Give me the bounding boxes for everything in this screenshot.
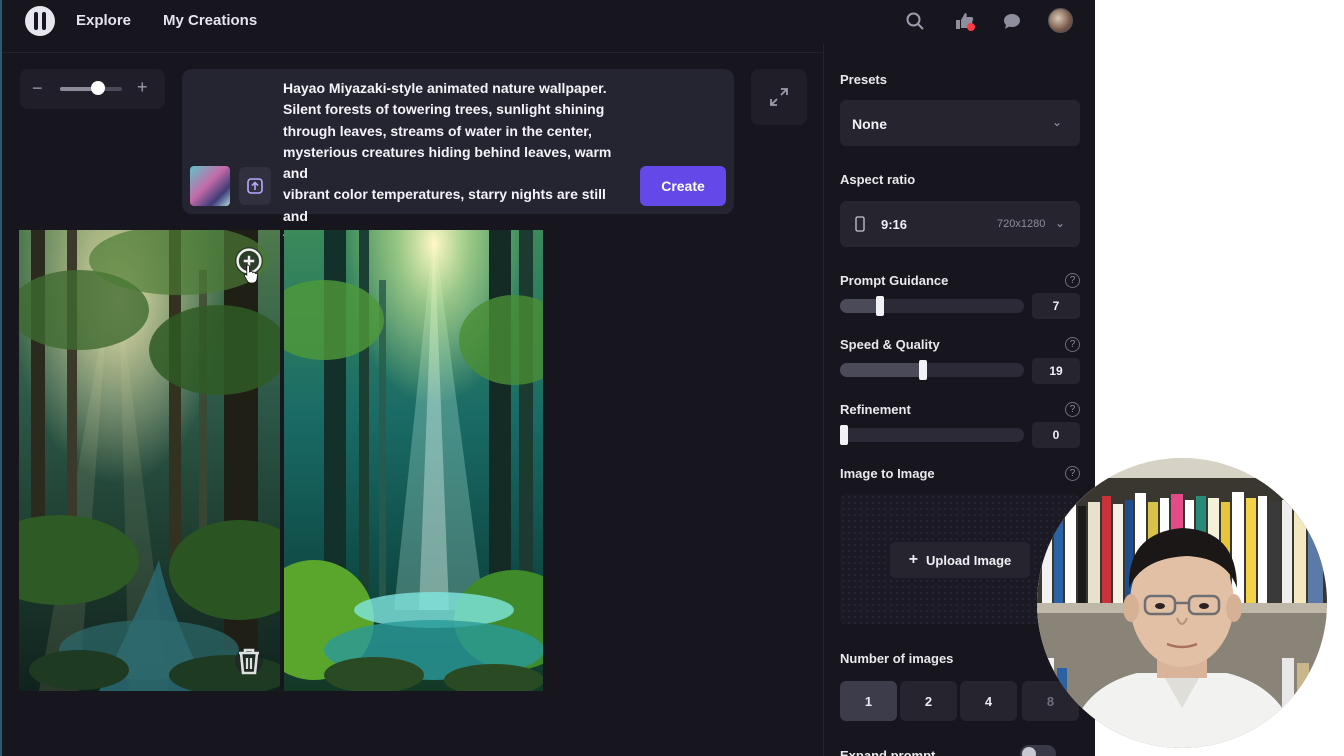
slider-fill [840, 363, 923, 377]
presets-value: None [852, 116, 887, 132]
speed-quality-label: Speed & Quality [840, 337, 940, 352]
refinement-value[interactable]: 0 [1032, 422, 1080, 448]
generated-image-2[interactable] [284, 230, 543, 691]
zoom-in-button[interactable]: + [137, 77, 148, 98]
aspect-ratio-select[interactable]: 9:16 720x1280 ⌄ [840, 201, 1080, 247]
webcam-overlay [1037, 458, 1327, 748]
delete-image-button[interactable] [235, 647, 263, 675]
mouse-cursor-icon [243, 264, 258, 284]
prompt-card: Hayao Miyazaki-style animated nature wal… [182, 69, 734, 245]
fullscreen-button[interactable] [751, 69, 807, 125]
avatar[interactable] [1048, 8, 1073, 33]
prompt-line: Silent forests of towering trees, sunlig… [283, 101, 605, 118]
notification-dot [967, 23, 975, 31]
slider-fill [840, 299, 881, 313]
zoom-control: − + [20, 69, 165, 109]
chat-icon[interactable] [1001, 10, 1023, 32]
prompt-input[interactable]: Hayao Miyazaki-style animated nature wal… [283, 78, 633, 248]
refinement-slider[interactable] [840, 428, 1024, 442]
prompt-line: mysterious creatures hiding behind leave… [283, 143, 612, 182]
expand-icon [770, 88, 788, 106]
aspect-ratio-label: Aspect ratio [840, 172, 916, 187]
portrait-phone-icon [855, 216, 865, 232]
prompt-line: through leaves, streams of water in the … [283, 122, 592, 139]
prompt-guidance-label: Prompt Guidance [840, 273, 949, 288]
plus-icon: + [908, 551, 919, 568]
nav-my-creations[interactable]: My Creations [163, 12, 257, 29]
speed-quality-handle[interactable] [918, 360, 927, 380]
prompt-guidance-value[interactable]: 7 [1032, 293, 1080, 319]
aspect-resolution: 720x1280 [997, 218, 1046, 230]
panel-divider [823, 44, 824, 756]
speed-quality-slider[interactable] [840, 363, 1024, 377]
nav-explore[interactable]: Explore [76, 12, 131, 29]
aspect-ratio-value: 9:16 [881, 217, 908, 232]
zoom-slider-handle[interactable] [91, 81, 106, 95]
top-bar: Explore My Creations [2, 0, 1095, 44]
prompt-guidance-handle[interactable] [876, 296, 885, 316]
prompt-line: Hayao Miyazaki-style animated nature wal… [283, 80, 607, 96]
create-button[interactable]: Create [640, 166, 726, 206]
presets-select[interactable]: None ⌄ [840, 100, 1080, 146]
upload-icon [247, 178, 263, 194]
chevron-down-icon: ⌄ [1055, 216, 1066, 230]
header-divider [2, 52, 823, 53]
upload-image-label: Upload Image [926, 552, 1012, 568]
presets-label: Presets [840, 72, 887, 87]
search-icon[interactable] [904, 10, 926, 32]
count-option-2[interactable]: 2 [900, 681, 957, 721]
image-to-image-label: Image to Image [840, 466, 935, 481]
thumbs-up-icon[interactable] [953, 10, 975, 32]
help-icon[interactable]: ? [1065, 273, 1080, 288]
count-option-1[interactable]: 1 [840, 681, 897, 721]
upload-reference-button[interactable] [239, 167, 271, 205]
app-window: Explore My Creations − + Hayao Miyazaki-… [0, 0, 1095, 756]
zoom-out-button[interactable]: − [32, 78, 43, 99]
chevron-down-icon: ⌄ [1052, 115, 1063, 129]
prompt-line: vibrant color temperatures, starry night… [283, 186, 606, 224]
help-icon[interactable]: ? [1065, 402, 1080, 417]
prompt-guidance-slider[interactable] [840, 299, 1024, 313]
expand-prompt-toggle[interactable] [1020, 745, 1056, 756]
refinement-label: Refinement [840, 402, 911, 417]
refinement-handle[interactable] [840, 425, 848, 445]
count-option-4[interactable]: 4 [960, 681, 1017, 721]
help-icon[interactable]: ? [1065, 466, 1080, 481]
speed-quality-value[interactable]: 19 [1032, 358, 1080, 384]
logo-icon[interactable] [25, 6, 55, 36]
help-icon[interactable]: ? [1065, 337, 1080, 352]
trash-icon [239, 648, 259, 675]
generated-image-1[interactable] [19, 230, 280, 691]
number-of-images-label: Number of images [840, 651, 954, 666]
style-reference-thumbnail[interactable] [190, 166, 230, 206]
upload-image-button[interactable]: + Upload Image [890, 542, 1030, 578]
expand-prompt-label: Expand prompt [840, 748, 936, 756]
